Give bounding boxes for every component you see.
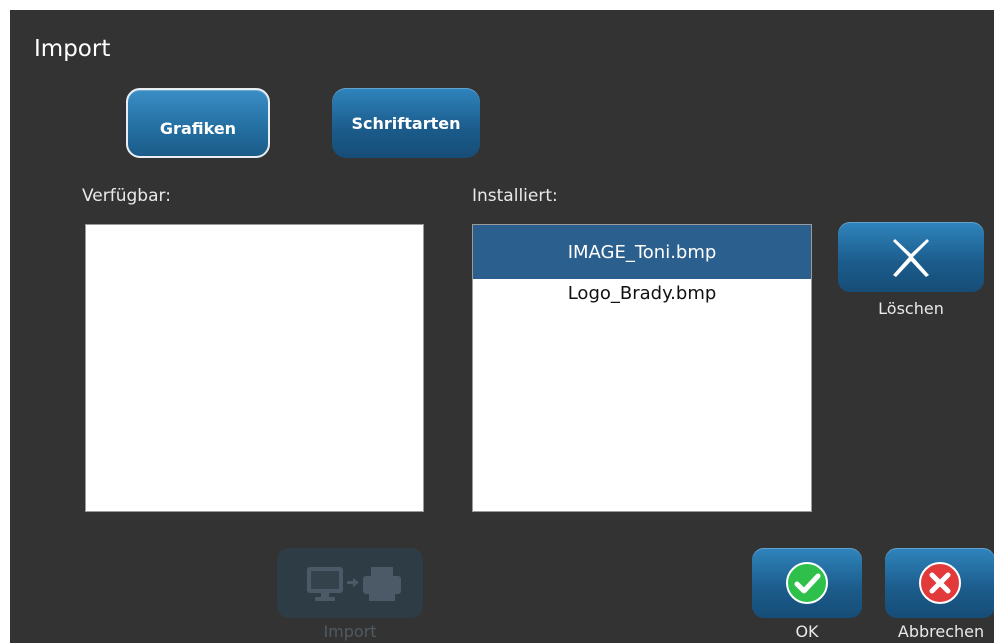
delete-button[interactable] [838, 222, 984, 292]
list-item[interactable]: Logo_Brady.bmp [473, 275, 811, 311]
tab-grafiken-label: Grafiken [159, 118, 237, 138]
close-x-icon [893, 239, 929, 277]
installed-label: Installiert: [472, 186, 558, 206]
list-item-label: Logo_Brady.bmp [567, 282, 717, 304]
dialog-title: Import [34, 36, 111, 62]
delete-label: Löschen [878, 299, 944, 318]
available-list[interactable] [85, 224, 424, 512]
list-item-label: IMAGE_Toni.bmp [567, 241, 717, 263]
tab-schriftarten[interactable]: Schriftarten [332, 88, 480, 158]
check-circle-icon [786, 562, 828, 604]
tab-schriftarten-label: Schriftarten [351, 113, 461, 133]
import-dialog: Import Grafiken Schriftarten Verfügbar: … [10, 10, 994, 643]
computer-to-printer-icon [307, 567, 401, 601]
import-label: Import [323, 622, 377, 641]
cancel-button[interactable] [885, 548, 994, 618]
cancel-label: Abbrechen [897, 622, 985, 641]
import-button[interactable] [277, 548, 423, 618]
installed-list[interactable]: IMAGE_Toni.bmp Logo_Brady.bmp [472, 224, 812, 512]
tab-grafiken[interactable]: Grafiken [126, 88, 270, 158]
ok-label: OK [795, 622, 819, 641]
x-circle-icon [919, 562, 961, 604]
ok-button[interactable] [752, 548, 862, 618]
list-item[interactable]: IMAGE_Toni.bmp [473, 225, 811, 279]
available-label: Verfügbar: [82, 186, 171, 206]
